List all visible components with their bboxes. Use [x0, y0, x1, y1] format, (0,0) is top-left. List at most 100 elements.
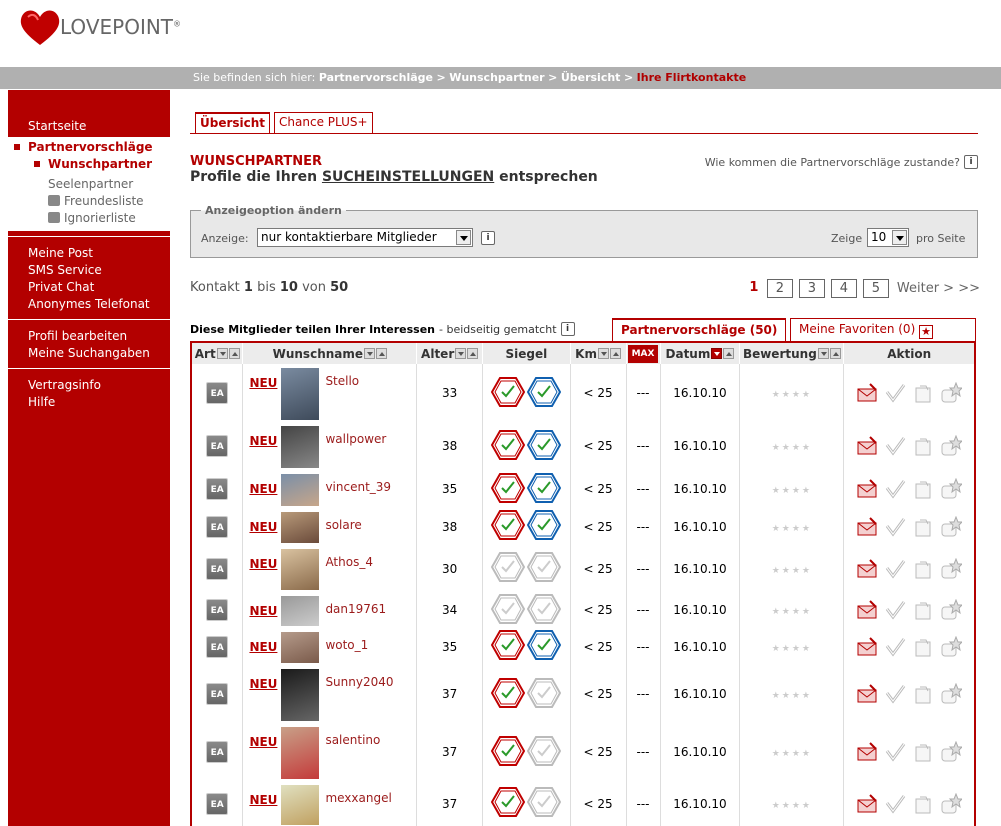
- table-row[interactable]: EA NEU mexxangel 37 < 25 --- 16.10.10 ★★★★: [191, 781, 976, 826]
- search-settings-link[interactable]: SUCHEINSTELLUNGEN: [322, 169, 494, 185]
- per-page-select[interactable]: 10: [867, 228, 909, 247]
- send-message-icon[interactable]: [856, 793, 878, 815]
- niveau-seal-icon[interactable]: [527, 735, 562, 766]
- niveau-seal-icon[interactable]: [527, 630, 562, 660]
- add-favorite-icon[interactable]: [940, 682, 964, 705]
- table-row[interactable]: EA NEU solare 38 < 25 --- 16.10.10 ★★★★: [191, 508, 976, 545]
- rating-stars-icon[interactable]: ★★★★: [772, 644, 812, 654]
- avatar[interactable]: [281, 669, 320, 721]
- seriositaet-seal-icon[interactable]: [491, 630, 526, 660]
- sidebar-item-freundesliste[interactable]: Freundesliste: [8, 193, 170, 210]
- add-favorite-icon[interactable]: [940, 740, 964, 763]
- profile-name-link[interactable]: wallpower: [325, 432, 386, 446]
- flirt-icon[interactable]: [884, 636, 906, 658]
- sort-desc-icon[interactable]: [597, 347, 609, 359]
- rating-stars-icon[interactable]: ★★★★: [772, 524, 812, 534]
- sidebar-item-ignorierliste[interactable]: Ignorierliste: [8, 210, 170, 227]
- avatar[interactable]: [281, 549, 320, 590]
- send-message-icon[interactable]: [856, 516, 878, 538]
- table-row[interactable]: EA NEU wallpower 38 < 25 --- 16.10.10 ★★★★: [191, 422, 976, 470]
- rating-stars-icon[interactable]: ★★★★: [772, 691, 812, 701]
- rating-stars-icon[interactable]: ★★★★: [772, 607, 812, 617]
- avatar[interactable]: [281, 596, 320, 626]
- tab-chance-plus[interactable]: Chance PLUS+: [274, 112, 373, 133]
- avatar[interactable]: [281, 368, 320, 420]
- seriositaet-seal-icon[interactable]: [491, 677, 526, 708]
- note-icon[interactable]: [912, 599, 934, 621]
- flirt-icon[interactable]: [884, 793, 906, 815]
- sort-asc-icon[interactable]: [376, 347, 388, 359]
- table-row[interactable]: EA NEU Sunny2040 37 < 25 --- 16.10.10 ★★★★: [191, 665, 976, 723]
- rating-stars-icon[interactable]: ★★★★: [772, 390, 812, 400]
- info-icon[interactable]: i: [560, 322, 575, 336]
- profile-name-link[interactable]: Stello: [325, 374, 359, 388]
- info-icon[interactable]: i: [481, 231, 495, 245]
- rating-cell[interactable]: ★★★★: [739, 628, 845, 665]
- lovepoint-logo[interactable]: LOVEPOINT®: [18, 6, 181, 48]
- rating-cell[interactable]: ★★★★: [739, 508, 845, 545]
- add-favorite-icon[interactable]: [940, 635, 964, 658]
- add-favorite-icon[interactable]: [940, 515, 964, 538]
- next-page-link[interactable]: Weiter > >>: [897, 281, 980, 296]
- flirt-icon[interactable]: [884, 382, 906, 404]
- profile-name-link[interactable]: salentino: [325, 733, 380, 747]
- sidebar-item-hilfe[interactable]: Hilfe: [8, 394, 170, 411]
- rating-stars-icon[interactable]: ★★★★: [772, 801, 812, 811]
- page-link[interactable]: 3: [798, 279, 825, 298]
- breadcrumb-item-uebersicht[interactable]: Übersicht: [561, 71, 621, 84]
- seriositaet-seal-icon[interactable]: [491, 552, 526, 582]
- profile-name-link[interactable]: Sunny2040: [325, 675, 393, 689]
- tab-uebersicht[interactable]: Übersicht: [195, 112, 271, 133]
- flirt-icon[interactable]: [884, 516, 906, 538]
- sort-asc-icon[interactable]: [228, 347, 240, 359]
- sort-desc-icon[interactable]: [711, 347, 723, 359]
- note-icon[interactable]: [912, 636, 934, 658]
- niveau-seal-icon[interactable]: [527, 593, 562, 624]
- rating-cell[interactable]: ★★★★: [739, 545, 845, 592]
- send-message-icon[interactable]: [856, 478, 878, 500]
- send-message-icon[interactable]: [856, 741, 878, 763]
- profile-name-link[interactable]: woto_1: [325, 638, 368, 652]
- rating-cell[interactable]: ★★★★: [739, 364, 845, 422]
- add-favorite-icon[interactable]: [940, 434, 964, 457]
- sidebar-item-seelenpartner[interactable]: Seelenpartner: [8, 176, 170, 193]
- flirt-icon[interactable]: [884, 741, 906, 763]
- send-message-icon[interactable]: [856, 435, 878, 457]
- sort-asc-icon[interactable]: [723, 347, 735, 359]
- flirt-icon[interactable]: [884, 558, 906, 580]
- rating-cell[interactable]: ★★★★: [739, 665, 845, 723]
- sidebar-item-partnervorschlaege[interactable]: Partnervorschläge: [8, 139, 170, 156]
- table-row[interactable]: EA NEU woto_1 35 < 25 --- 16.10.10 ★★★★: [191, 628, 976, 665]
- rating-cell[interactable]: ★★★★: [739, 422, 845, 470]
- seriositaet-seal-icon[interactable]: [491, 593, 526, 624]
- seriositaet-seal-icon[interactable]: [491, 472, 526, 503]
- niveau-seal-icon[interactable]: [527, 376, 562, 407]
- note-icon[interactable]: [912, 478, 934, 500]
- add-favorite-icon[interactable]: [940, 598, 964, 621]
- profile-name-link[interactable]: mexxangel: [325, 791, 391, 805]
- sidebar-item-startseite[interactable]: Startseite: [8, 118, 170, 135]
- avatar[interactable]: [281, 632, 320, 663]
- rating-cell[interactable]: ★★★★: [739, 470, 845, 508]
- table-row[interactable]: EA NEU dan19761 34 < 25 --- 16.10.10 ★★★★: [191, 592, 976, 628]
- rating-stars-icon[interactable]: ★★★★: [772, 566, 812, 576]
- avatar[interactable]: [281, 512, 320, 543]
- page-link[interactable]: 2: [766, 279, 793, 298]
- sidebar-item-wunschpartner[interactable]: Wunschpartner: [8, 156, 170, 173]
- sort-asc-icon[interactable]: [829, 347, 841, 359]
- col-art[interactable]: Art: [191, 342, 244, 364]
- note-icon[interactable]: [912, 793, 934, 815]
- profile-name-link[interactable]: solare: [325, 518, 361, 532]
- col-datum[interactable]: Datum: [660, 342, 741, 364]
- add-favorite-icon[interactable]: [940, 792, 964, 815]
- send-message-icon[interactable]: [856, 683, 878, 705]
- send-message-icon[interactable]: [856, 636, 878, 658]
- sidebar-item-telefonat[interactable]: Anonymes Telefonat: [8, 296, 170, 313]
- col-wunschname[interactable]: Wunschname: [242, 342, 418, 364]
- niveau-seal-icon[interactable]: [527, 677, 562, 708]
- rating-stars-icon[interactable]: ★★★★: [772, 486, 812, 496]
- col-km-icon[interactable]: MAX: [626, 342, 661, 364]
- flirt-icon[interactable]: [884, 599, 906, 621]
- send-message-icon[interactable]: [856, 599, 878, 621]
- rating-stars-icon[interactable]: ★★★★: [772, 749, 812, 759]
